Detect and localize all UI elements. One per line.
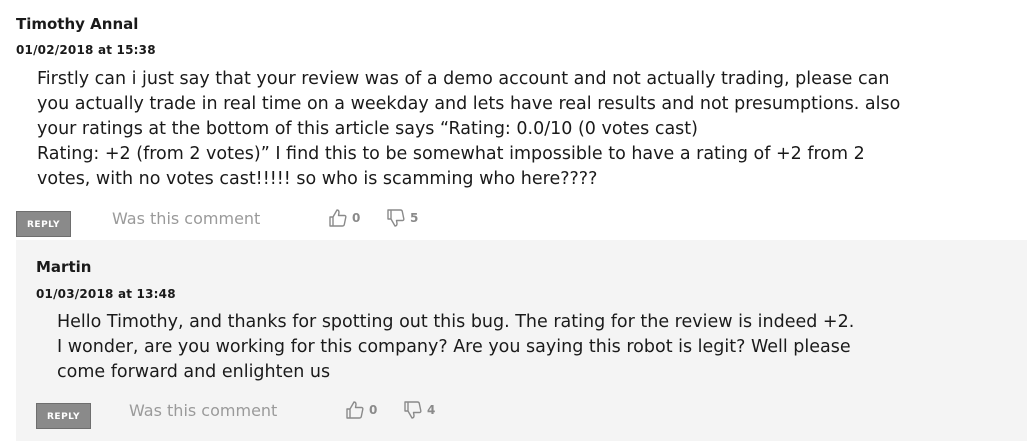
was-this-comment-label: Was this comment <box>129 401 278 420</box>
comment-author: Martin <box>36 258 92 276</box>
like-count: 0 <box>352 211 361 225</box>
comment-line: Rating: +2 (from 2 votes)” I find this t… <box>37 144 865 164</box>
comment-line: Firstly can i just say that your review … <box>37 69 890 89</box>
was-this-comment-label: Was this comment <box>112 209 261 228</box>
comment-line: come forward and enlighten us <box>57 362 331 382</box>
comment-line: your ratings at the bottom of this artic… <box>37 119 698 139</box>
comment-date: 01/03/2018 at 13:48 <box>36 287 176 301</box>
thumbs-up-icon[interactable] <box>345 400 365 420</box>
comment-line: I wonder, are you working for this compa… <box>57 337 851 357</box>
dislike-count: 4 <box>427 403 436 417</box>
like-vote[interactable]: 0 <box>345 400 377 420</box>
comment-line: votes, with no votes cast!!!!! so who is… <box>37 169 598 189</box>
comment-author: Timothy Annal <box>16 15 139 33</box>
thumbs-down-icon[interactable] <box>386 208 406 228</box>
dislike-vote[interactable]: 4 <box>403 400 435 420</box>
like-vote[interactable]: 0 <box>328 208 360 228</box>
comment-body: Firstly can i just say that your review … <box>37 67 900 192</box>
comment-line: you actually trade in real time on a wee… <box>37 94 901 114</box>
thumbs-down-icon[interactable] <box>403 400 423 420</box>
comment-line: Hello Timothy, and thanks for spotting o… <box>57 312 855 332</box>
dislike-count: 5 <box>410 211 419 225</box>
dislike-vote[interactable]: 5 <box>386 208 418 228</box>
comment-body: Hello Timothy, and thanks for spotting o… <box>57 310 854 385</box>
reply-button[interactable]: REPLY <box>16 211 71 237</box>
like-count: 0 <box>369 403 378 417</box>
reply-button[interactable]: REPLY <box>36 403 91 429</box>
thumbs-up-icon[interactable] <box>328 208 348 228</box>
comment-date: 01/02/2018 at 15:38 <box>16 43 156 57</box>
